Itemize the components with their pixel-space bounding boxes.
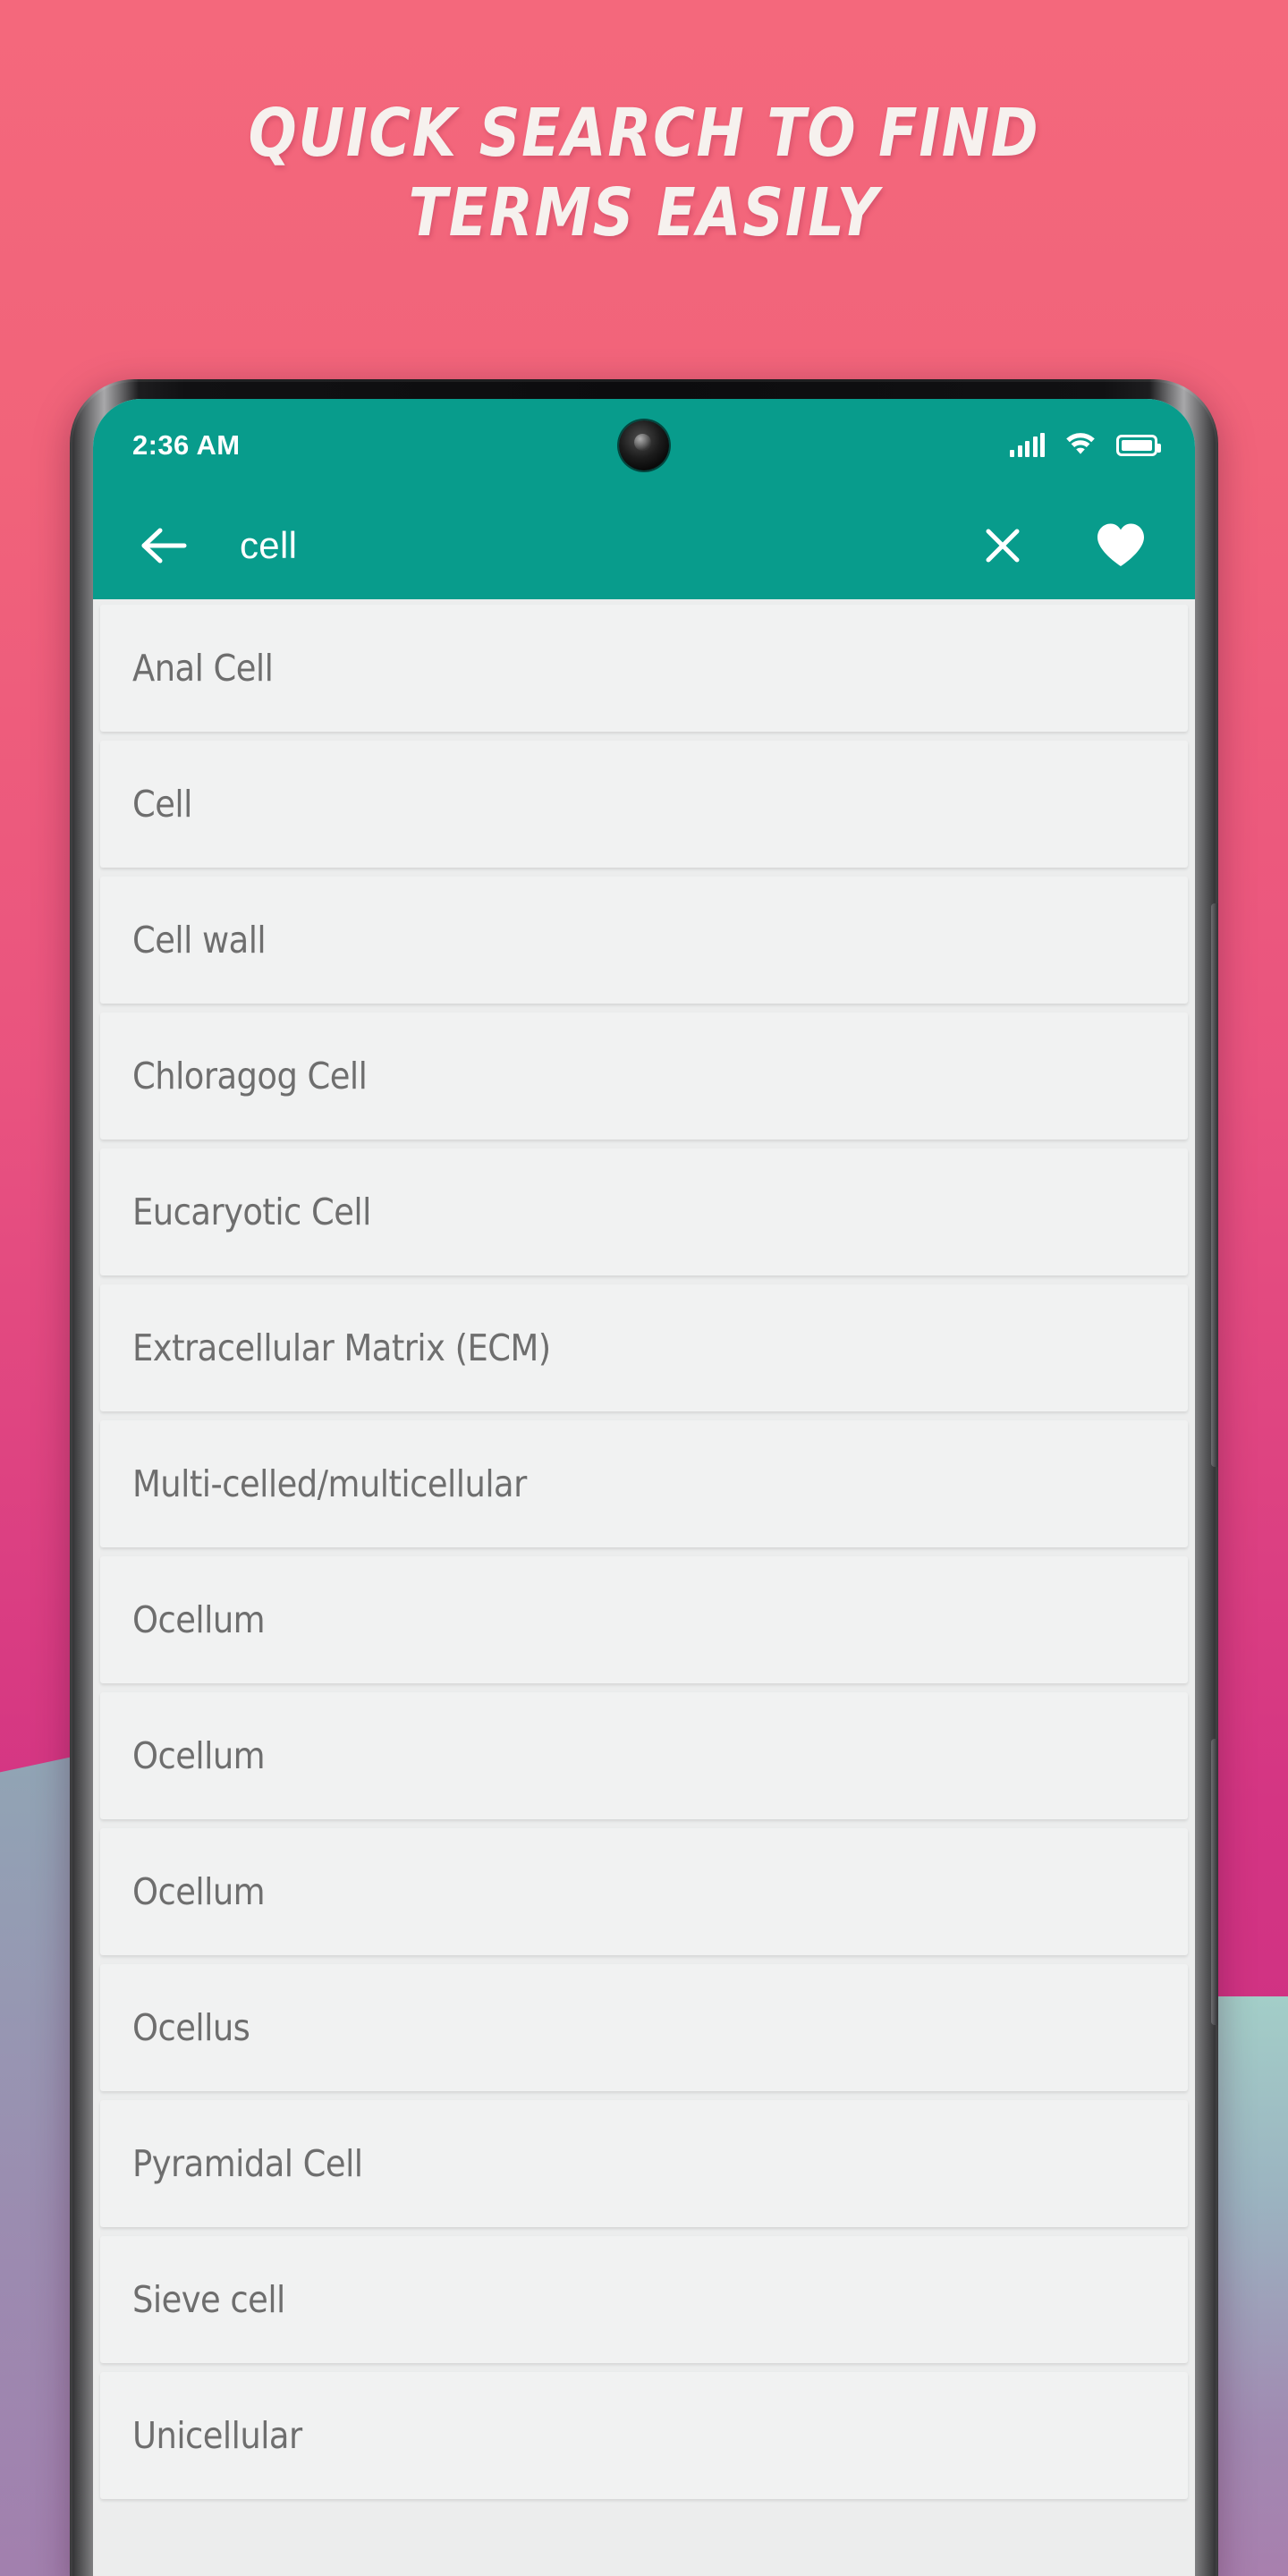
result-item[interactable]: Cell	[100, 741, 1188, 868]
clear-search-button[interactable]	[964, 507, 1041, 584]
result-item-label: Eucaryotic Cell	[132, 1191, 371, 1233]
result-item-label: Cell wall	[132, 919, 267, 962]
result-item[interactable]: Cell wall	[100, 877, 1188, 1004]
phone-screen: 2:36 AM cell Anal Cell Cell Cell wall Ch…	[93, 399, 1195, 2576]
result-item[interactable]: Unicellular	[100, 2372, 1188, 2499]
result-item-label: Unicellular	[132, 2414, 302, 2457]
promo-headline-line-2: TERMS EASILY	[408, 174, 880, 252]
promo-screenshot: QUICK SEARCH TO FIND TERMS EASILY 2:36 A…	[0, 0, 1288, 2576]
result-item[interactable]: Anal Cell	[100, 605, 1188, 732]
result-item[interactable]: Pyramidal Cell	[100, 2100, 1188, 2227]
result-item-label: Ocellum	[132, 1598, 266, 1641]
result-item-label: Multi-celled/multicellular	[132, 1462, 527, 1505]
battery-full-icon	[1116, 435, 1161, 456]
search-app-bar: cell	[93, 492, 1195, 599]
phone-mockup: 2:36 AM cell Anal Cell Cell Cell wall Ch…	[70, 379, 1218, 2576]
close-icon	[986, 529, 1020, 563]
status-bar-icons	[1010, 431, 1161, 460]
result-item-label: Chloragog Cell	[132, 1055, 368, 1097]
wifi-icon	[1064, 431, 1097, 460]
heart-filled-icon	[1097, 523, 1144, 566]
back-arrow-icon	[141, 528, 187, 564]
result-item-label: Cell	[132, 783, 192, 826]
result-item[interactable]: Eucaryotic Cell	[100, 1148, 1188, 1275]
result-item-label: Ocellum	[132, 1734, 266, 1777]
result-item-label: Pyramidal Cell	[132, 2142, 363, 2185]
result-item-label: Ocellum	[132, 1870, 266, 1913]
result-item[interactable]: Ocellum	[100, 1828, 1188, 1955]
promo-headline: QUICK SEARCH TO FIND TERMS EASILY	[90, 95, 1198, 252]
result-item-label: Ocellus	[132, 2006, 250, 2049]
back-button[interactable]	[125, 507, 202, 584]
result-item-label: Anal Cell	[132, 647, 274, 690]
status-bar: 2:36 AM	[93, 399, 1195, 492]
front-camera-punch-hole	[619, 420, 669, 470]
result-item[interactable]: Ocellum	[100, 1556, 1188, 1683]
result-item[interactable]: Ocellus	[100, 1964, 1188, 2091]
signal-bars-icon	[1010, 433, 1045, 457]
result-item[interactable]: Sieve cell	[100, 2236, 1188, 2363]
power-button[interactable]	[1211, 1739, 1218, 2025]
result-item[interactable]: Ocellum	[100, 1692, 1188, 1819]
search-input[interactable]: cell	[202, 524, 964, 567]
status-bar-time: 2:36 AM	[132, 429, 241, 461]
search-results-list[interactable]: Anal Cell Cell Cell wall Chloragog Cell Euca…	[93, 599, 1195, 2576]
result-item[interactable]: Chloragog Cell	[100, 1013, 1188, 1140]
favorite-button[interactable]	[1082, 507, 1159, 584]
result-item-label: Extracellular Matrix (ECM)	[132, 1326, 551, 1369]
result-item[interactable]: Multi-celled/multicellular	[100, 1420, 1188, 1547]
volume-button[interactable]	[1211, 903, 1218, 1467]
result-item[interactable]: Extracellular Matrix (ECM)	[100, 1284, 1188, 1411]
promo-headline-line-1: QUICK SEARCH TO FIND	[248, 95, 1040, 172]
result-item-label: Sieve cell	[132, 2278, 285, 2321]
